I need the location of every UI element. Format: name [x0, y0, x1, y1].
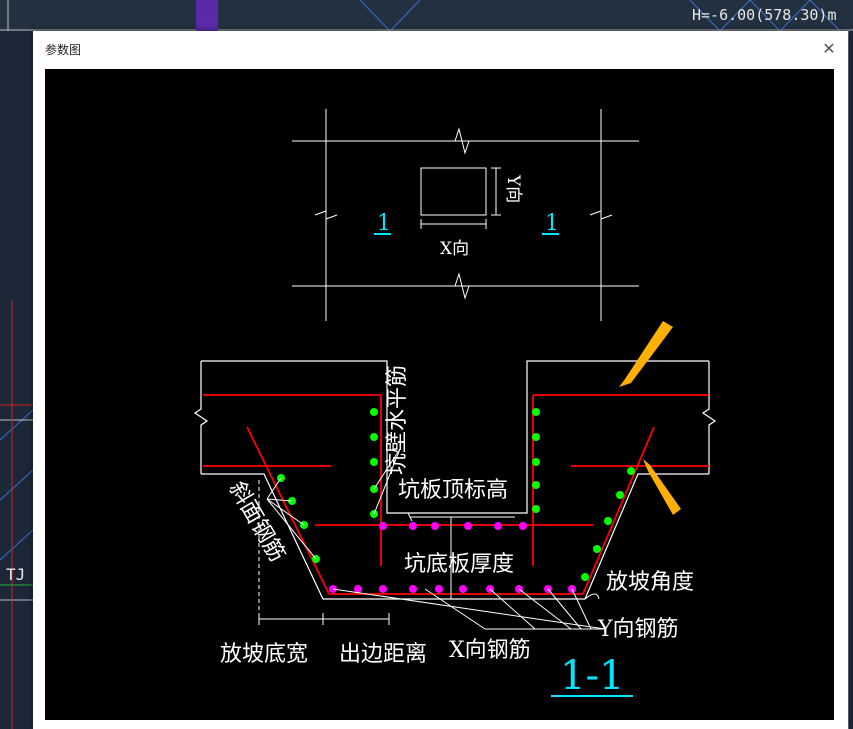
- dialog-title: 参数图: [45, 43, 82, 57]
- x-rebar-label: X向钢筋: [449, 638, 531, 663]
- close-icon[interactable]: ✕: [817, 37, 841, 61]
- bottom-slab-thickness-label: 坑底板厚度: [404, 552, 514, 577]
- slope-bottom-width-label: 放坡底宽: [220, 642, 308, 667]
- section-mark-right: 1: [545, 211, 559, 236]
- slope-rebar-label: 斜面钢筋: [224, 478, 290, 567]
- dialog-titlebar[interactable]: 参数图 ✕: [33, 31, 848, 69]
- plan-view: [292, 109, 639, 321]
- section-mark-left: 1: [377, 211, 391, 236]
- arrow-top-indicator: [619, 321, 673, 387]
- parameter-diagram-dialog: 参数图 ✕ 1 1 X向 Y向 坑壁水平筋 坑板顶标高 坑底板厚度 放坡角度 斜…: [33, 31, 848, 729]
- x-direction-label: X向: [440, 239, 469, 259]
- wall-horizontal-rebar-label: 坑壁水平筋: [385, 365, 410, 475]
- elevation-status-text: H=-6.00(578.30)m: [692, 6, 837, 24]
- background-side-label: TJ: [6, 565, 26, 584]
- diagram-canvas: 1 1 X向 Y向 坑壁水平筋 坑板顶标高 坑底板厚度 放坡角度 斜面钢筋 放坡…: [45, 69, 834, 720]
- parameter-diagram-svg: 1 1 X向 Y向 坑壁水平筋 坑板顶标高 坑底板厚度 放坡角度 斜面钢筋 放坡…: [193, 109, 717, 699]
- arrow-bottom-indicator: [643, 459, 681, 515]
- edge-distance-label: 出边距离: [339, 642, 427, 667]
- slab-top-elevation-label: 坑板顶标高: [398, 478, 508, 503]
- section-title: 1-1: [560, 653, 624, 699]
- y-rebar-label: Y向钢筋: [597, 617, 679, 642]
- slope-angle-label: 放坡角度: [606, 570, 694, 595]
- pit-plan-rect: [420, 167, 487, 216]
- y-direction-label: Y向: [503, 174, 523, 203]
